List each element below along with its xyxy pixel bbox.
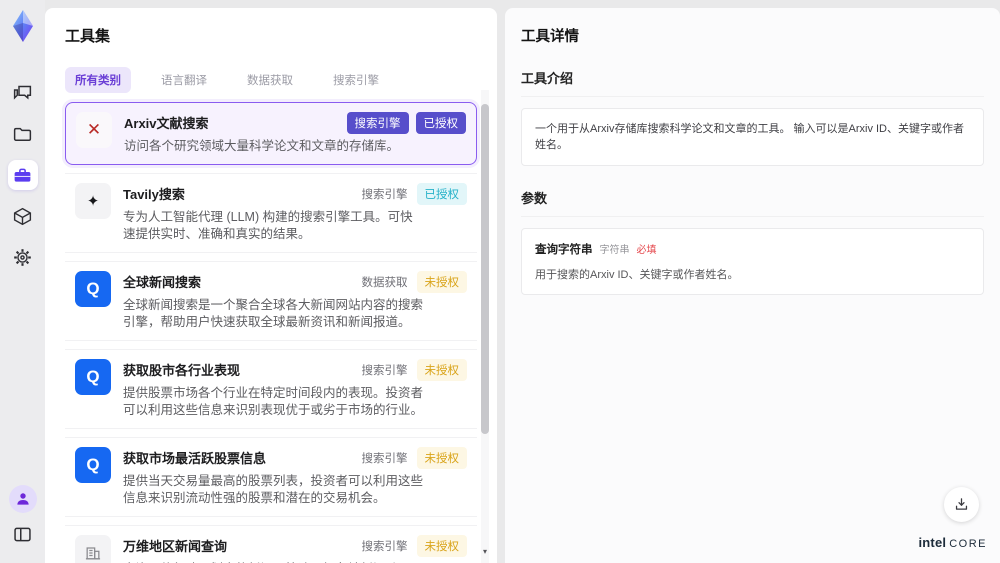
cube-icon bbox=[13, 207, 32, 225]
download-button[interactable] bbox=[944, 487, 979, 522]
building-icon bbox=[75, 535, 111, 563]
panel-toggle-icon bbox=[14, 527, 31, 541]
tool-card-global-news[interactable]: Q 全球新闻搜索 数据获取 未授权 全球新闻搜索是一个聚合全球各大新闻网站内容的… bbox=[65, 261, 477, 341]
tool-name: 获取市场最活跃股票信息 bbox=[123, 451, 267, 466]
tool-description: 提供当天交易量最高的股票列表，投资者可以利用这些信息来识别流动性强的股票和潜在的… bbox=[123, 474, 424, 505]
folder-icon bbox=[13, 127, 32, 141]
tavily-logo-icon: ✦ bbox=[75, 183, 111, 219]
param-description: 用于搜索的Arxiv ID、关键字或作者姓名。 bbox=[535, 269, 739, 281]
tool-card-list: ✕ Arxiv文献搜索 搜索引擎 已授权 访问各个研究领域大量科学论文和文章的存… bbox=[65, 102, 477, 563]
tab-all-categories[interactable]: 所有类别 bbox=[65, 67, 131, 93]
param-box: 查询字符串 字符串 必填 用于搜索的Arxiv ID、关键字或作者姓名。 bbox=[521, 228, 984, 295]
category-badge: 搜索引擎 bbox=[361, 453, 408, 465]
tab-data-fetch[interactable]: 数据获取 bbox=[237, 67, 303, 93]
tool-detail-panel: 工具详情 工具介绍 一个用于从Arxiv存储库搜索科学论文和文章的工具。 输入可… bbox=[505, 8, 1000, 563]
tool-name: 万维地区新闻查询 bbox=[123, 539, 228, 554]
tool-description: 访问各个研究领域大量科学论文和文章的存储库。 bbox=[124, 139, 400, 153]
quark-logo-icon: Q bbox=[75, 447, 111, 483]
param-name: 查询字符串 bbox=[535, 244, 593, 256]
quark-logo-icon: Q bbox=[75, 271, 111, 307]
auth-badge: 已授权 bbox=[415, 112, 466, 134]
tool-card-sector-performance[interactable]: Q 获取股市各行业表现 搜索引擎 未授权 提供股票市场各个行业在特定时间段内的表… bbox=[65, 349, 477, 429]
tool-name: Arxiv文献搜索 bbox=[124, 116, 209, 131]
list-scrollbar[interactable]: ▾ bbox=[481, 90, 489, 563]
user-avatar[interactable] bbox=[8, 485, 37, 513]
tool-card-tavily[interactable]: ✦ Tavily搜索 搜索引擎 已授权 专为人工智能代理 (LLM) 构建的搜索… bbox=[65, 173, 477, 253]
category-badge: 搜索引擎 bbox=[361, 365, 408, 377]
arxiv-logo-icon: ✕ bbox=[76, 112, 112, 148]
tool-card-arxiv[interactable]: ✕ Arxiv文献搜索 搜索引擎 已授权 访问各个研究领域大量科学论文和文章的存… bbox=[65, 102, 477, 165]
auth-badge: 未授权 bbox=[416, 447, 467, 469]
auth-badge: 未授权 bbox=[416, 535, 467, 557]
user-icon bbox=[16, 493, 29, 505]
download-icon bbox=[955, 498, 968, 510]
intro-text: 一个用于从Arxiv存储库搜索科学论文和文章的工具。 输入可以是Arxiv ID… bbox=[535, 123, 964, 151]
sidebar-item-panel-toggle[interactable] bbox=[8, 519, 38, 549]
scrollbar-down-arrow[interactable]: ▾ bbox=[481, 548, 489, 556]
param-type: 字符串 bbox=[599, 245, 630, 256]
tab-search-engine[interactable]: 搜索引擎 bbox=[323, 67, 389, 93]
app-logo-icon[interactable] bbox=[7, 8, 39, 44]
chat-icon bbox=[13, 85, 32, 100]
quark-logo-icon: Q bbox=[75, 359, 111, 395]
tool-name: Tavily搜索 bbox=[123, 187, 185, 202]
sidebar-item-chat[interactable] bbox=[8, 78, 38, 108]
category-badge: 搜索引擎 bbox=[346, 112, 409, 134]
sidebar-item-files[interactable] bbox=[8, 119, 38, 149]
tool-description: 全球新闻搜索是一个聚合全球各大新闻网站内容的搜索引擎，帮助用户快速获取全球最新资… bbox=[123, 298, 424, 329]
category-badge: 搜索引擎 bbox=[361, 541, 408, 553]
tool-name: 获取股市各行业表现 bbox=[123, 363, 241, 378]
brand-intel: intel bbox=[918, 535, 947, 550]
tab-language-translation[interactable]: 语言翻译 bbox=[151, 67, 217, 93]
brand-core: CORE bbox=[949, 538, 987, 550]
auth-badge: 已授权 bbox=[416, 183, 467, 205]
sidebar-item-settings[interactable] bbox=[8, 242, 38, 272]
scrollbar-thumb[interactable] bbox=[481, 104, 489, 434]
category-badge: 搜索引擎 bbox=[361, 189, 408, 201]
tool-list-panel: 工具集 所有类别 语言翻译 数据获取 搜索引擎 ✕ Arxiv文献搜索 搜索引擎… bbox=[45, 8, 497, 563]
params-heading: 参数 bbox=[521, 188, 984, 217]
left-rail bbox=[0, 0, 45, 563]
sidebar-item-tools[interactable] bbox=[7, 160, 38, 190]
gear-icon bbox=[14, 248, 31, 266]
intro-heading: 工具介绍 bbox=[521, 68, 984, 97]
category-badge: 数据获取 bbox=[361, 277, 408, 289]
rail-bottom bbox=[8, 485, 38, 549]
tool-name: 全球新闻搜索 bbox=[123, 275, 202, 290]
param-required-flag: 必填 bbox=[636, 245, 657, 256]
category-tabs: 所有类别 语言翻译 数据获取 搜索引擎 bbox=[65, 67, 477, 93]
intro-box: 一个用于从Arxiv存储库搜索科学论文和文章的工具。 输入可以是Arxiv ID… bbox=[521, 108, 984, 166]
detail-title: 工具详情 bbox=[521, 29, 579, 45]
tool-card-regional-news[interactable]: 万维地区新闻查询 搜索引擎 未授权 查询具体行政区划内的新闻，快速了解各地新闻动 bbox=[65, 525, 477, 563]
auth-badge: 未授权 bbox=[416, 271, 467, 293]
intel-core-logo: intel CORE bbox=[918, 535, 987, 550]
auth-badge: 未授权 bbox=[416, 359, 467, 381]
sidebar-item-models[interactable] bbox=[8, 201, 38, 231]
page-title: 工具集 bbox=[65, 28, 111, 45]
tool-description: 提供股票市场各个行业在特定时间段内的表现。投资者可以利用这些信息来识别表现优于或… bbox=[123, 386, 424, 417]
rail-nav bbox=[7, 78, 38, 272]
tool-card-most-active-stocks[interactable]: Q 获取市场最活跃股票信息 搜索引擎 未授权 提供当天交易量最高的股票列表，投资… bbox=[65, 437, 477, 517]
briefcase-icon bbox=[14, 168, 31, 182]
tool-description: 专为人工智能代理 (LLM) 构建的搜索引擎工具。可快速提供实时、准确和真实的结… bbox=[123, 210, 413, 241]
